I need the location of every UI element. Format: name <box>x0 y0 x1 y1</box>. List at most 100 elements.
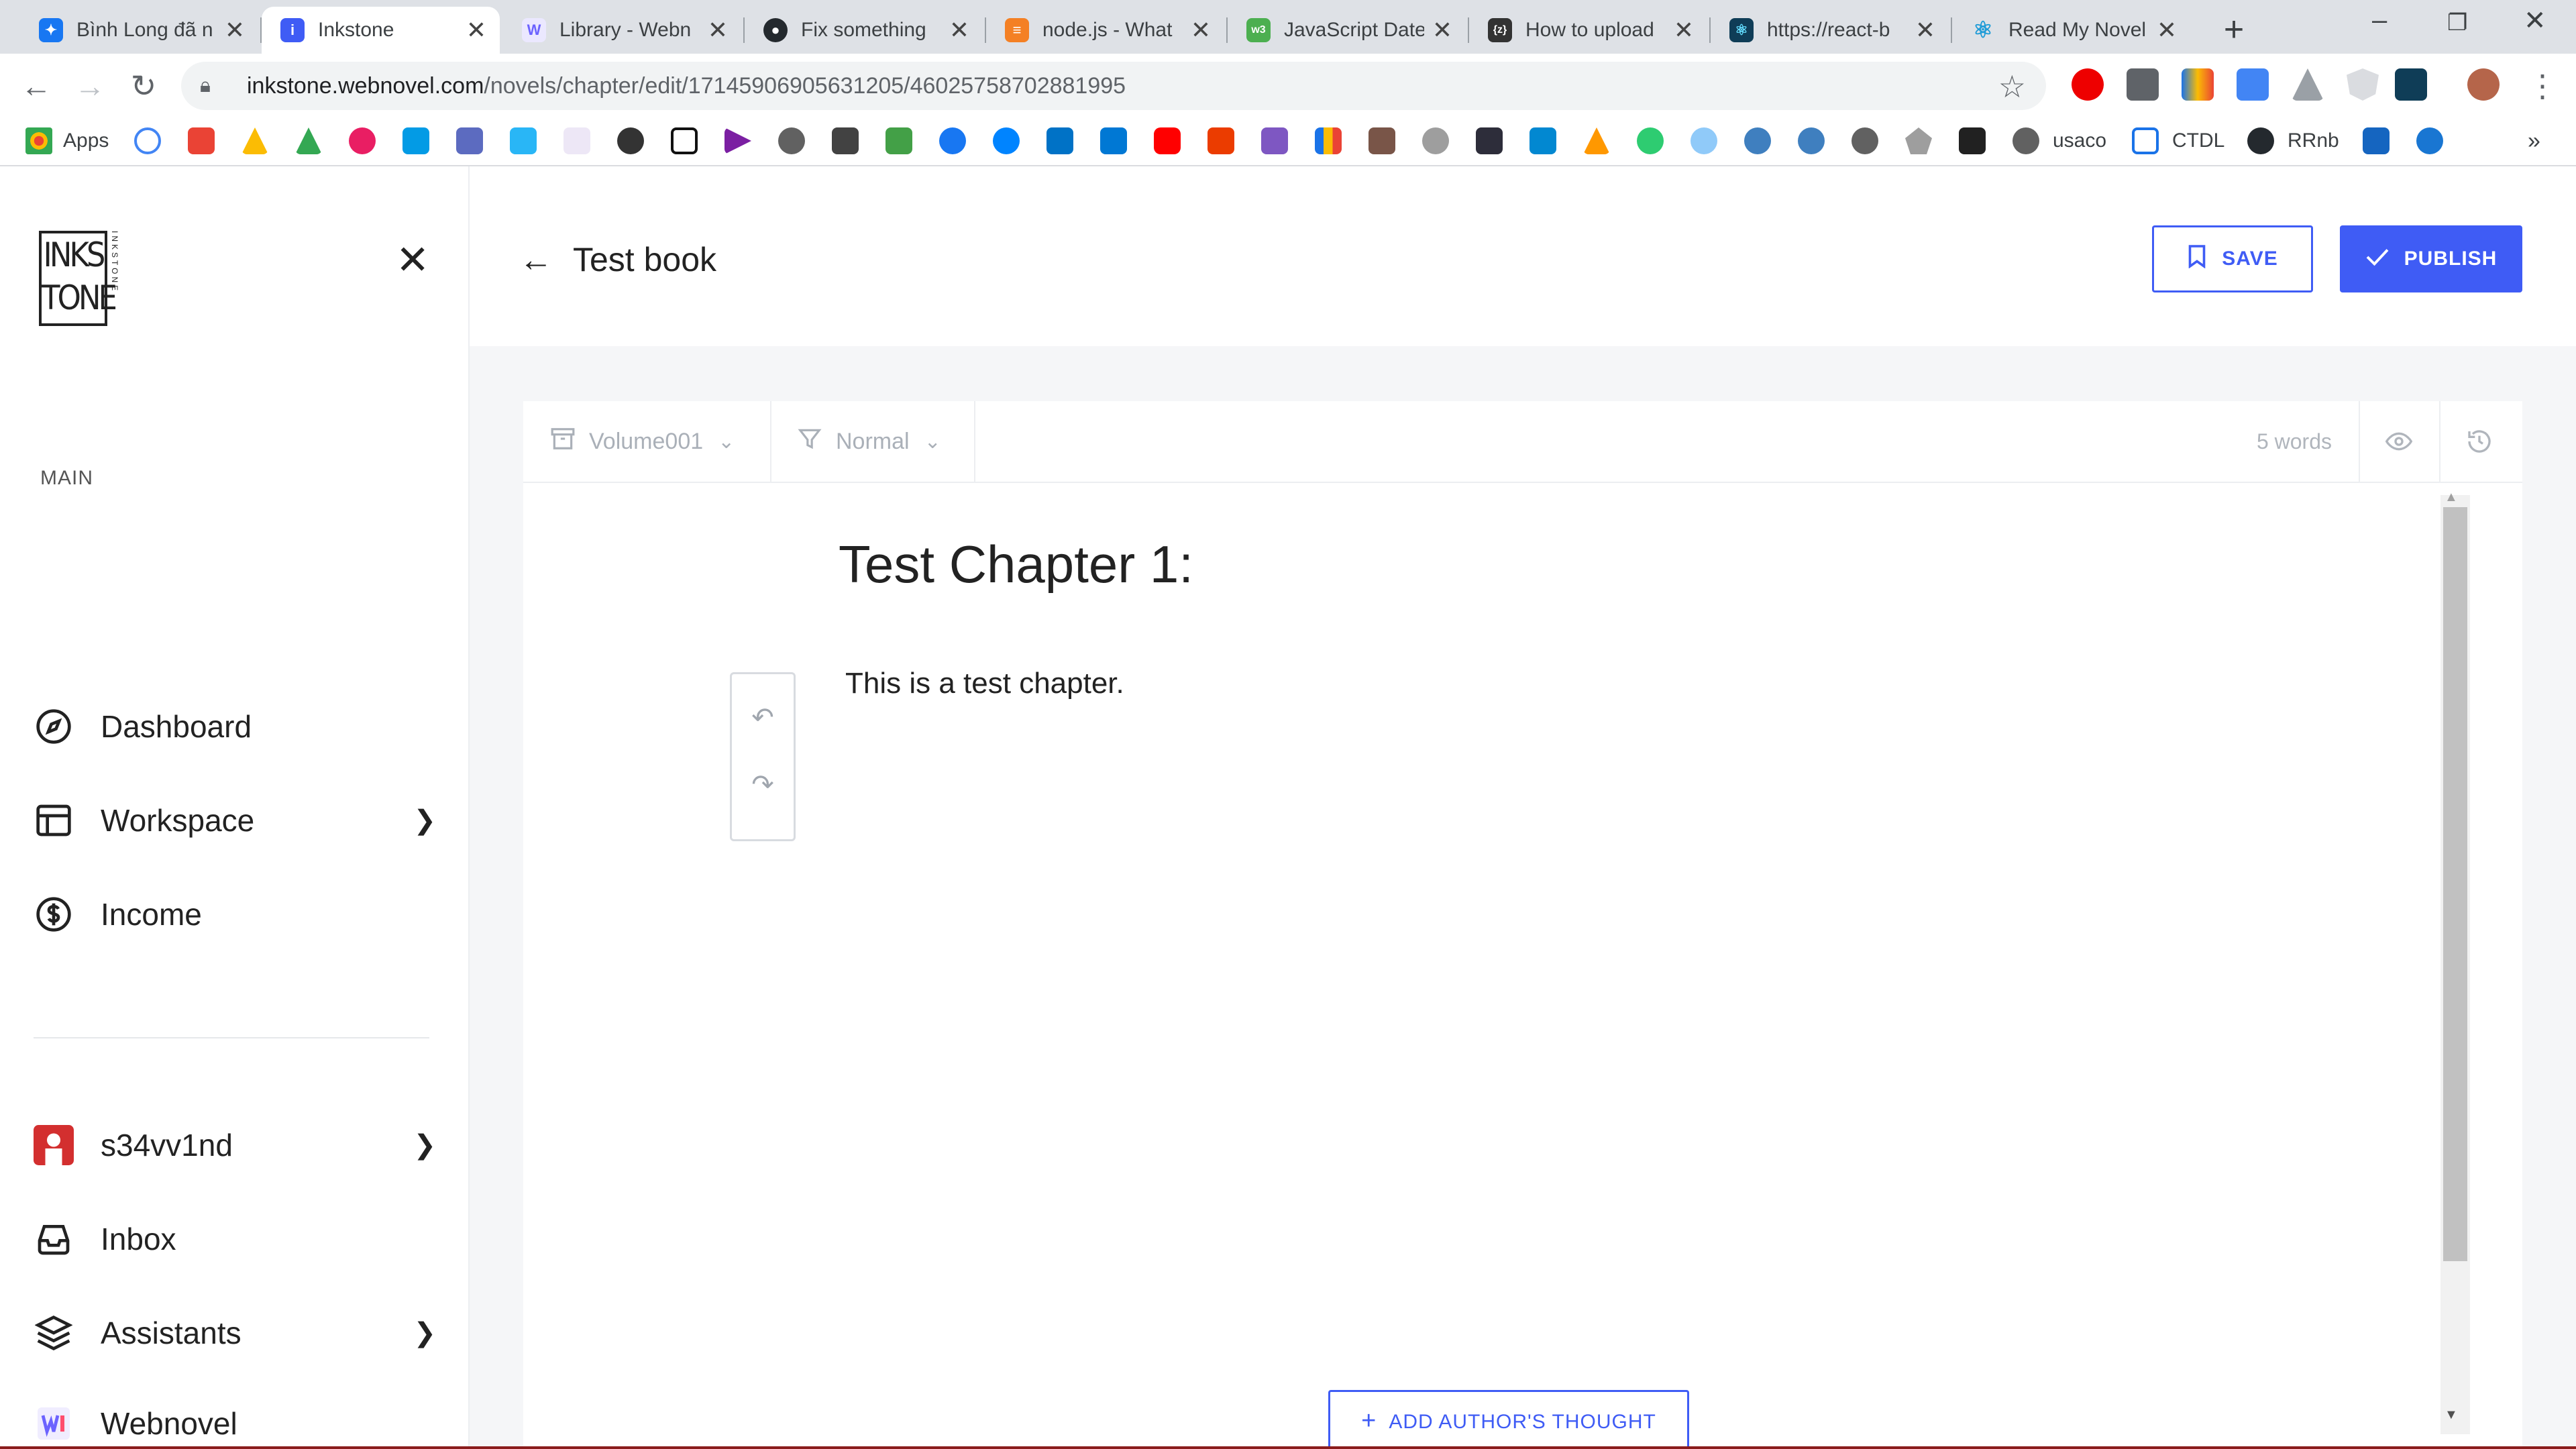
bookmark-rrnb[interactable]: RRnb <box>2288 127 2339 154</box>
notion-bookmark-icon[interactable] <box>671 127 698 154</box>
scroll-down-icon[interactable]: ▼ <box>2445 1407 2458 1423</box>
reload-icon[interactable]: ↻ <box>123 66 164 106</box>
bookmark-icon[interactable] <box>617 127 644 154</box>
sidebar-item-dashboard[interactable]: Dashboard <box>34 703 436 750</box>
undo-icon[interactable]: ↶ <box>732 702 794 733</box>
bookmark-icon[interactable] <box>402 127 429 154</box>
bookmark-icon[interactable] <box>1368 127 1395 154</box>
preview-eye-icon[interactable] <box>2365 401 2432 482</box>
bookmark-icon[interactable] <box>2416 127 2443 154</box>
scroll-up-icon[interactable]: ▲ <box>2445 490 2458 505</box>
restore-icon[interactable]: ❐ <box>2447 9 2467 36</box>
shield-extension-icon[interactable] <box>2347 68 2379 101</box>
sidebar-item-inbox[interactable]: Inbox <box>34 1216 436 1263</box>
bookmark-icon[interactable] <box>1422 127 1449 154</box>
bookmark-icon[interactable] <box>510 127 537 154</box>
bookmark-icon[interactable] <box>1476 127 1503 154</box>
bookmark-icon[interactable] <box>1959 127 1986 154</box>
browser-tab[interactable]: W Library - Webn ✕ <box>503 7 741 54</box>
more-bookmarks-icon[interactable]: » <box>2528 127 2540 154</box>
browser-tab[interactable]: ⚛ https://react-b ✕ <box>1711 7 1949 54</box>
bookmark-icon[interactable] <box>2363 127 2390 154</box>
window-close-icon[interactable]: ✕ <box>2524 5 2546 36</box>
close-tab-icon[interactable]: ✕ <box>949 16 969 44</box>
sidebar-item-assistants[interactable]: Assistants ❯ <box>34 1309 436 1356</box>
volume-select[interactable]: Volume001 ⌄ <box>550 401 735 482</box>
close-tab-icon[interactable]: ✕ <box>1191 16 1211 44</box>
browser-tab[interactable]: w3 JavaScript Date ✕ <box>1228 7 1466 54</box>
photos-bookmark-icon[interactable] <box>349 127 376 154</box>
bookmark-icon[interactable] <box>832 127 859 154</box>
messenger-bookmark-icon[interactable] <box>993 127 1020 154</box>
close-tab-icon[interactable]: ✕ <box>1674 16 1694 44</box>
chapter-title-input[interactable]: Test Chapter 1: <box>839 534 1193 595</box>
bookmark-icon[interactable] <box>1690 127 1717 154</box>
outlook-bookmark-icon[interactable] <box>1046 127 1073 154</box>
close-tab-icon[interactable]: ✕ <box>1432 16 1452 44</box>
close-tab-icon[interactable]: ✕ <box>2157 16 2177 44</box>
bookmark-icon[interactable] <box>1905 127 1932 154</box>
browser-tab[interactable]: ⚛ Read My Novel ✕ <box>1952 7 2190 54</box>
close-sidebar-icon[interactable]: ✕ <box>396 240 429 280</box>
react-devtools-icon[interactable] <box>2395 68 2427 101</box>
minimize-icon[interactable]: – <box>2372 5 2387 36</box>
back-icon[interactable]: ← <box>16 66 56 106</box>
sidebar-item-workspace[interactable]: Workspace ❯ <box>34 797 436 844</box>
google-bookmark-icon[interactable] <box>134 127 161 154</box>
forward-icon[interactable]: → <box>70 66 110 106</box>
publish-button[interactable]: PUBLISH <box>2340 225 2522 292</box>
adblock-extension-icon[interactable] <box>2072 68 2104 101</box>
scrollbar-thumb[interactable] <box>2443 507 2467 1261</box>
webnovel-bookmark-icon[interactable] <box>564 127 590 154</box>
browser-tab[interactable]: ✦ Bình Long đã n ✕ <box>20 7 258 54</box>
inkstone-logo[interactable]: INKS TONE INKSTONE <box>39 231 121 326</box>
sidebar-item-webnovel[interactable]: Webnovel <box>34 1403 436 1444</box>
analytics-bookmark-icon[interactable] <box>1315 127 1342 154</box>
sidebar-item-income[interactable]: Income <box>34 891 436 938</box>
bookmark-icon[interactable] <box>456 127 483 154</box>
gmail-bookmark-icon[interactable] <box>188 127 215 154</box>
sidebar-item-profile[interactable]: s34vv1nd ❯ <box>34 1122 436 1169</box>
bookmark-icon[interactable] <box>1261 127 1288 154</box>
close-tab-icon[interactable]: ✕ <box>466 16 486 44</box>
history-icon[interactable] <box>2446 401 2513 482</box>
bookmark-icon[interactable] <box>1637 127 1664 154</box>
facebook-extension-icon[interactable] <box>2127 68 2159 101</box>
github-bookmark-icon[interactable] <box>2247 127 2274 154</box>
bookmark-ctdl[interactable]: CTDL <box>2172 127 2224 154</box>
close-tab-icon[interactable]: ✕ <box>225 16 245 44</box>
bookmark-icon[interactable] <box>885 127 912 154</box>
chrome-menu-icon[interactable]: ⋮ <box>2522 66 2563 106</box>
browser-tab[interactable]: ≡ node.js - What ✕ <box>986 7 1224 54</box>
drive-bookmark-icon[interactable] <box>295 127 322 154</box>
address-bar[interactable]: 🔒︎ inkstone.webnovel.com/novels/chapter/… <box>181 62 2046 110</box>
bookmark-icon[interactable] <box>1529 127 1556 154</box>
drive-bookmark-icon[interactable] <box>241 127 268 154</box>
profile-avatar-icon[interactable] <box>2467 68 2500 101</box>
bookmark-star-icon[interactable]: ☆ <box>1998 68 2026 105</box>
redo-icon[interactable]: ↷ <box>732 769 794 800</box>
globe-bookmark-icon[interactable] <box>2012 127 2039 154</box>
chapter-body-editor[interactable]: This is a test chapter. <box>845 667 1124 700</box>
facebook-bookmark-icon[interactable] <box>939 127 966 154</box>
bookmark-icon[interactable] <box>778 127 805 154</box>
bookmark-icon[interactable] <box>1744 127 1771 154</box>
bookmark-usaco[interactable]: usaco <box>2053 127 2106 154</box>
google-translate-icon[interactable] <box>2237 68 2269 101</box>
close-tab-icon[interactable]: ✕ <box>708 16 728 44</box>
add-authors-thought-button[interactable]: + ADD AUTHOR'S THOUGHT <box>1328 1390 1689 1449</box>
apps-grid-icon[interactable] <box>25 127 52 154</box>
globe-bookmark-icon[interactable] <box>1851 127 1878 154</box>
drive-extension-icon[interactable] <box>2292 68 2324 101</box>
youtube-bookmark-icon[interactable] <box>1154 127 1181 154</box>
new-tab-button[interactable]: + <box>2214 9 2254 50</box>
bookmark-apps[interactable]: Apps <box>63 127 109 154</box>
folder-icon[interactable] <box>2132 127 2159 154</box>
save-button[interactable]: SAVE <box>2152 225 2313 292</box>
browser-tab[interactable]: ● Fix something ✕ <box>745 7 983 54</box>
browser-tab[interactable]: {z} How to upload ✕ <box>1469 7 1707 54</box>
close-tab-icon[interactable]: ✕ <box>1915 16 1935 44</box>
bookmark-icon[interactable] <box>1798 127 1825 154</box>
extension-icon[interactable] <box>2182 68 2214 101</box>
chapter-type-select[interactable]: Normal ⌄ <box>797 401 941 482</box>
